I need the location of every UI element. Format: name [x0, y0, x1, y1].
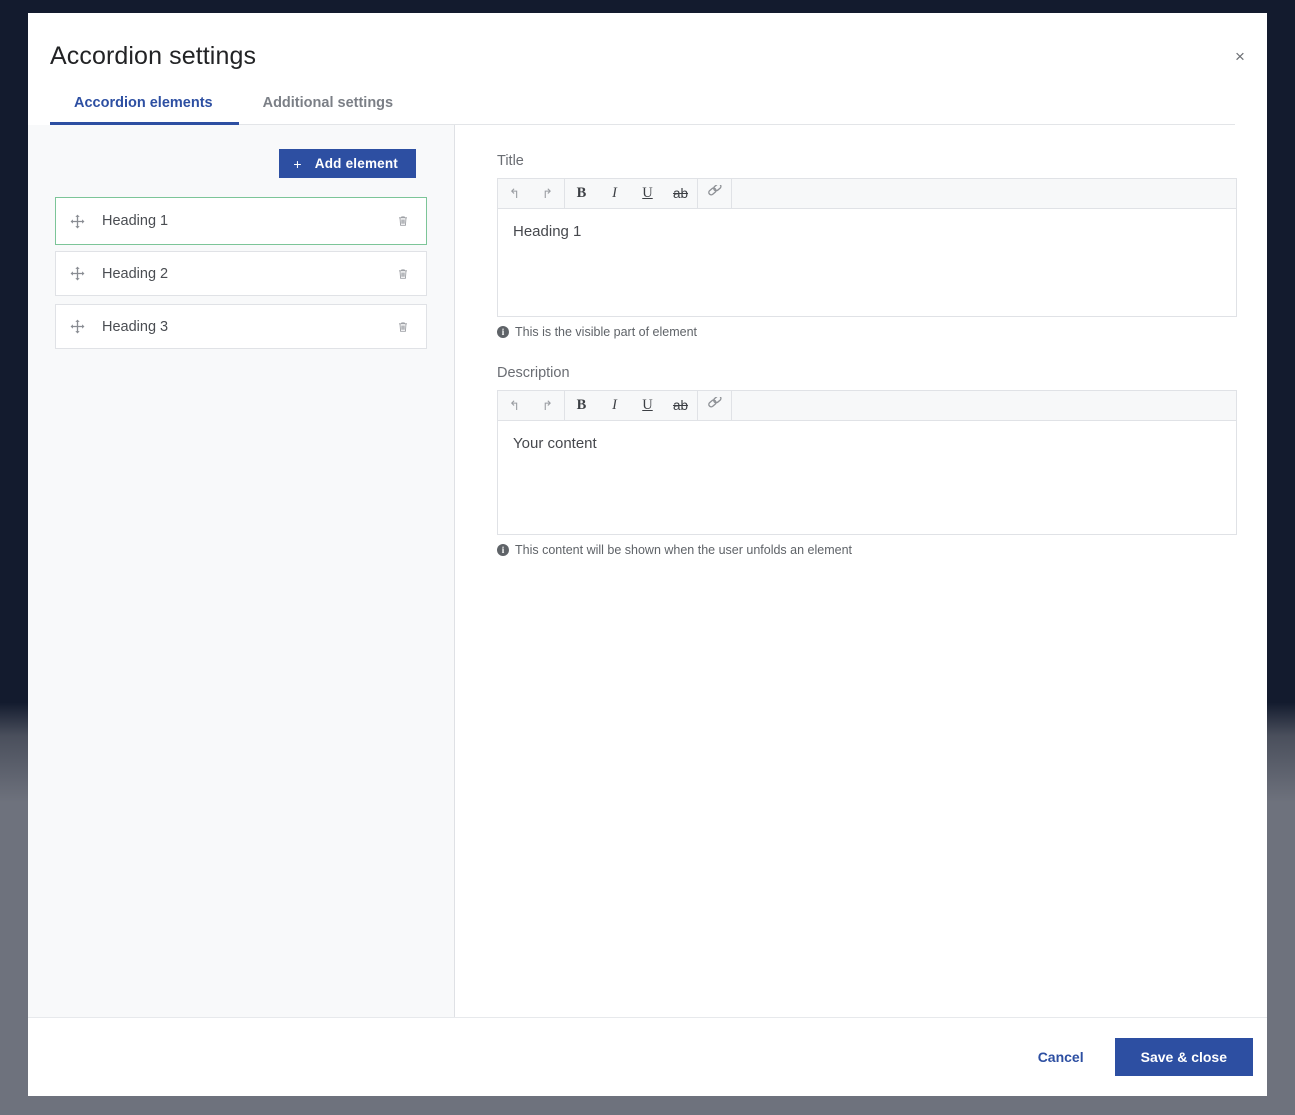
title-editor-toolbar: ↰ ↱ B I U ab: [498, 179, 1236, 209]
list-item[interactable]: Heading 2: [55, 251, 427, 296]
tab-accordion-elements[interactable]: Accordion elements: [50, 95, 239, 124]
close-icon[interactable]: ×: [1227, 43, 1253, 69]
page-title: Accordion settings: [50, 41, 1235, 71]
drag-handle-icon[interactable]: [69, 265, 86, 282]
format-button-group: B I U ab: [565, 179, 697, 208]
title-field: Title ↰ ↱ B I U ab: [497, 153, 1237, 339]
underline-button[interactable]: U: [631, 391, 664, 420]
dialog-header: Accordion settings × Accordion elements …: [28, 13, 1267, 125]
dialog-body: + Add element Heading 1: [28, 125, 1267, 1018]
drag-handle-icon[interactable]: [69, 318, 86, 335]
dialog-footer: Cancel Save & close: [28, 1018, 1267, 1096]
toolbar-spacer: [732, 391, 1236, 420]
add-element-label: Add element: [315, 156, 398, 171]
undo-icon[interactable]: ↰: [498, 391, 531, 420]
title-input[interactable]: Heading 1: [498, 209, 1236, 316]
underline-button[interactable]: U: [631, 179, 664, 208]
tab-bar: Accordion elements Additional settings: [50, 95, 1235, 125]
list-item-label: Heading 1: [102, 213, 392, 229]
info-icon: i: [497, 544, 509, 556]
list-item-label: Heading 3: [102, 319, 392, 335]
tab-additional-settings[interactable]: Additional settings: [239, 95, 420, 124]
accordion-settings-dialog: Accordion settings × Accordion elements …: [28, 13, 1267, 1096]
description-input[interactable]: Your content: [498, 421, 1236, 534]
history-button-group: ↰ ↱: [498, 179, 564, 208]
delete-icon[interactable]: [392, 263, 414, 285]
add-element-button[interactable]: + Add element: [279, 149, 416, 178]
cancel-button[interactable]: Cancel: [1010, 1039, 1112, 1075]
link-icon[interactable]: [698, 179, 731, 208]
description-rich-text-editor: ↰ ↱ B I U ab: [497, 390, 1237, 535]
list-item[interactable]: Heading 1: [55, 197, 427, 245]
bold-button[interactable]: B: [565, 179, 598, 208]
italic-button[interactable]: I: [598, 179, 631, 208]
plus-icon: +: [293, 156, 301, 172]
title-field-label: Title: [497, 153, 1237, 169]
description-hint: i This content will be shown when the us…: [497, 543, 1237, 557]
element-form-panel: Title ↰ ↱ B I U ab: [455, 125, 1267, 1017]
redo-icon[interactable]: ↱: [531, 179, 564, 208]
link-button-group: [698, 179, 731, 208]
save-and-close-button[interactable]: Save & close: [1115, 1038, 1253, 1076]
delete-icon[interactable]: [392, 316, 414, 338]
redo-icon[interactable]: ↱: [531, 391, 564, 420]
link-button-group: [698, 391, 731, 420]
delete-icon[interactable]: [392, 210, 414, 232]
link-icon[interactable]: [698, 391, 731, 420]
drag-handle-icon[interactable]: [69, 213, 86, 230]
strikethrough-button[interactable]: ab: [664, 391, 697, 420]
info-icon: i: [497, 326, 509, 338]
list-item[interactable]: Heading 3: [55, 304, 427, 349]
title-rich-text-editor: ↰ ↱ B I U ab: [497, 178, 1237, 317]
toolbar-spacer: [732, 179, 1236, 208]
undo-icon[interactable]: ↰: [498, 179, 531, 208]
add-element-row: + Add element: [41, 149, 441, 178]
format-button-group: B I U ab: [565, 391, 697, 420]
accordion-element-list: Heading 1: [41, 197, 441, 349]
bold-button[interactable]: B: [565, 391, 598, 420]
description-field: Description ↰ ↱ B I U ab: [497, 365, 1237, 557]
title-hint: i This is the visible part of element: [497, 325, 1237, 339]
italic-button[interactable]: I: [598, 391, 631, 420]
list-item-label: Heading 2: [102, 266, 392, 282]
description-field-label: Description: [497, 365, 1237, 381]
description-hint-text: This content will be shown when the user…: [515, 543, 852, 557]
description-editor-toolbar: ↰ ↱ B I U ab: [498, 391, 1236, 421]
history-button-group: ↰ ↱: [498, 391, 564, 420]
elements-panel: + Add element Heading 1: [28, 125, 455, 1017]
strikethrough-button[interactable]: ab: [664, 179, 697, 208]
title-hint-text: This is the visible part of element: [515, 325, 697, 339]
